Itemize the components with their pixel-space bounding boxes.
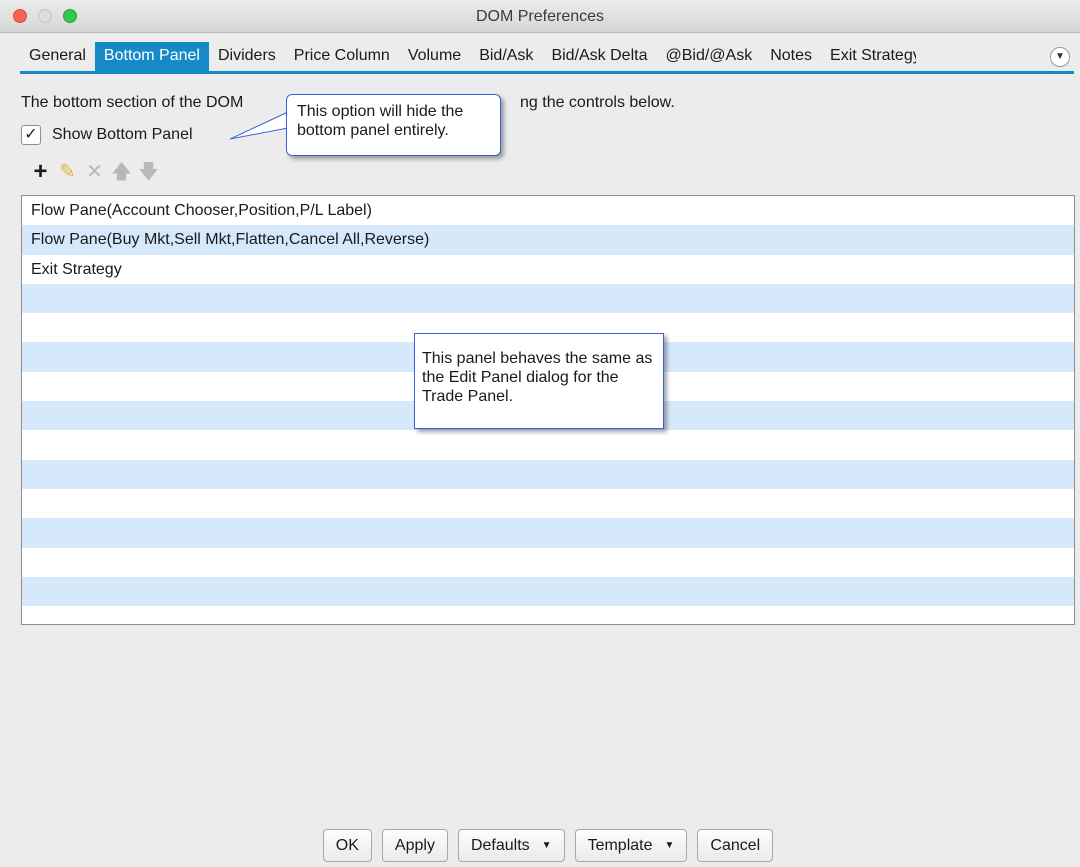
template-button[interactable]: Template ▼ — [574, 829, 688, 862]
remove-icon[interactable]: ✕ — [81, 160, 108, 184]
move-down-icon[interactable]: 🡇 — [135, 160, 162, 184]
show-bottom-panel-label[interactable]: Show Bottom Panel — [52, 126, 193, 144]
defaults-button[interactable]: Defaults ▼ — [457, 829, 565, 862]
move-up-icon[interactable]: 🡅 — [108, 160, 135, 184]
empty-row — [22, 576, 1074, 607]
tab-bid-ask[interactable]: Bid/Ask — [470, 42, 542, 71]
dropdown-arrow-icon: ▼ — [664, 840, 675, 851]
panel-description: The bottom section of the DOM ng the con… — [21, 94, 675, 112]
edit-pencil-icon[interactable]: ✎ — [54, 160, 81, 184]
empty-row — [22, 548, 1074, 577]
defaults-label: Defaults — [470, 836, 530, 854]
empty-row — [22, 430, 1074, 459]
empty-row — [22, 518, 1074, 548]
dropdown-arrow-icon: ▼ — [541, 840, 552, 851]
list-toolbar: + ✎ ✕ 🡅 🡇 — [27, 160, 162, 184]
tab-notes[interactable]: Notes — [761, 42, 821, 71]
title-bar: DOM Preferences — [0, 0, 1080, 33]
callout-panel-behavior: This panel behaves the same as the Edit … — [414, 333, 664, 429]
list-item[interactable]: Flow Pane(Buy Mkt,Sell Mkt,Flatten,Cance… — [22, 225, 1074, 255]
list-item[interactable]: Flow Pane(Account Chooser,Position,P/L L… — [22, 196, 1074, 225]
show-bottom-panel-checkbox[interactable]: ✓ — [21, 125, 41, 145]
tab-dividers[interactable]: Dividers — [209, 42, 285, 71]
empty-row — [22, 489, 1074, 518]
callout-show-panel: This option will hide the bottom panel e… — [286, 94, 501, 156]
cancel-button[interactable]: Cancel — [697, 829, 774, 862]
description-text-end: ng the controls below. — [520, 94, 675, 111]
list-item[interactable]: Exit Strategy — [22, 255, 1074, 284]
empty-row — [22, 283, 1074, 314]
show-bottom-panel-row[interactable]: ✓ Show Bottom Panel — [21, 125, 193, 145]
window-title: DOM Preferences — [475, 8, 605, 25]
dialog-buttons: OK Apply Defaults ▼ Template ▼ Cancel — [0, 829, 1080, 862]
callout-pointer — [230, 111, 290, 140]
apply-button[interactable]: Apply — [381, 829, 448, 862]
template-label: Template — [587, 836, 653, 854]
tab-general[interactable]: General — [20, 42, 95, 71]
ok-button[interactable]: OK — [322, 829, 372, 862]
tab-exit-strategy[interactable]: Exit Strategy — [821, 42, 916, 71]
tab-bar: General Bottom Panel Dividers Price Colu… — [20, 42, 1074, 74]
tab-price-column[interactable]: Price Column — [285, 42, 399, 71]
tab-volume[interactable]: Volume — [399, 42, 470, 71]
tab-bottom-panel[interactable]: Bottom Panel — [94, 42, 209, 71]
tab-bid-ask-delta[interactable]: Bid/Ask Delta — [542, 42, 656, 71]
chevron-down-circle-icon[interactable]: ▼ — [1050, 47, 1070, 67]
empty-row — [22, 459, 1074, 489]
tab-at-bid-at-ask[interactable]: @Bid/@Ask — [656, 42, 761, 71]
description-text-start: The bottom section of the DOM — [21, 94, 244, 111]
add-icon[interactable]: + — [27, 160, 54, 184]
